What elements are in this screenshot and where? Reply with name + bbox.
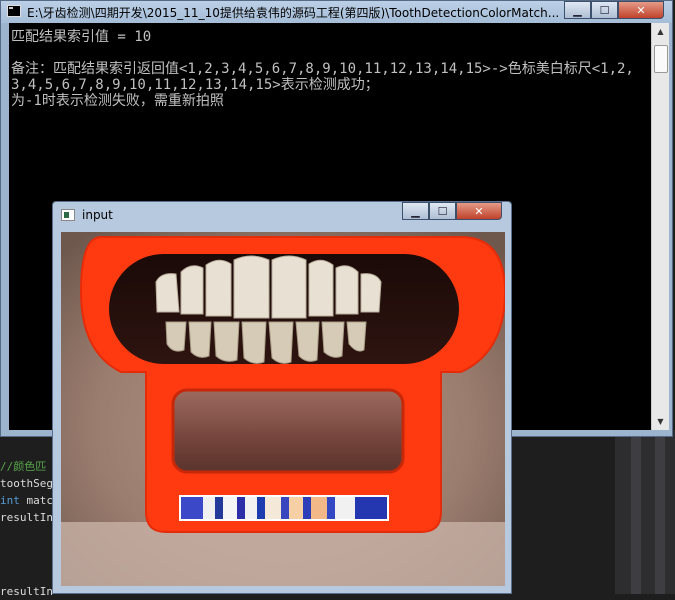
scroll-up-icon[interactable]: ▲ — [652, 23, 669, 40]
code-line: resultIn — [0, 585, 53, 598]
code-line: matc — [19, 494, 53, 507]
scroll-down-icon[interactable]: ▼ — [652, 413, 669, 430]
console-scrollbar[interactable]: ▲ ▼ — [651, 23, 669, 430]
close-button[interactable]: ✕ — [618, 1, 664, 19]
console-output-text: 匹配结果索引值 = 10 备注：匹配结果索引返回值<1,2,3,4,5,6,7,… — [11, 29, 651, 109]
input-maximize-button[interactable]: ☐ — [429, 202, 456, 220]
note-line-3: 为-1时表示检测失败，需重新拍照 — [11, 93, 224, 109]
result-line: 匹配结果索引值 = 10 — [11, 29, 152, 45]
code-line: toothSeg — [0, 477, 53, 490]
maximize-button[interactable]: ☐ — [591, 1, 618, 19]
input-title: input — [82, 208, 113, 222]
input-image-window: input ▁ ☐ ✕ — [52, 201, 512, 594]
input-minimize-button[interactable]: ▁ — [402, 202, 429, 220]
scroll-thumb[interactable] — [654, 45, 668, 73]
tooth-photo-svg — [61, 232, 505, 586]
code-comment: //颜色匹 — [0, 460, 47, 473]
code-line: resultIn — [0, 511, 53, 524]
tooth-photo — [61, 232, 505, 586]
input-close-button[interactable]: ✕ — [456, 202, 502, 220]
ide-code-editor[interactable]: //颜色匹 toothSeg int matc resultIn — [0, 458, 53, 526]
shade-guide-strip — [179, 495, 389, 521]
ide-code-line-bottom: resultIn — [0, 583, 53, 600]
console-app-icon — [7, 5, 21, 17]
code-keyword: int — [0, 494, 20, 507]
input-titlebar[interactable]: input ▁ ☐ ✕ — [53, 202, 511, 227]
console-titlebar[interactable]: E:\牙齿检测\四期开发\2015_11_10提供给袁伟的源码工程(第四版)\T… — [1, 1, 672, 23]
note-line-1: 备注：匹配结果索引返回值<1,2,3,4,5,6,7,8,9,10,11,12,… — [11, 61, 634, 77]
note-line-2: 3,4,5,6,7,8,9,10,11,12,13,14,15>表示检测成功； — [11, 77, 379, 93]
console-title: E:\牙齿检测\四期开发\2015_11_10提供给袁伟的源码工程(第四版)\T… — [27, 6, 560, 20]
input-app-icon — [61, 209, 75, 221]
ide-side-panel — [615, 430, 675, 594]
minimize-button[interactable]: ▁ — [564, 1, 591, 19]
